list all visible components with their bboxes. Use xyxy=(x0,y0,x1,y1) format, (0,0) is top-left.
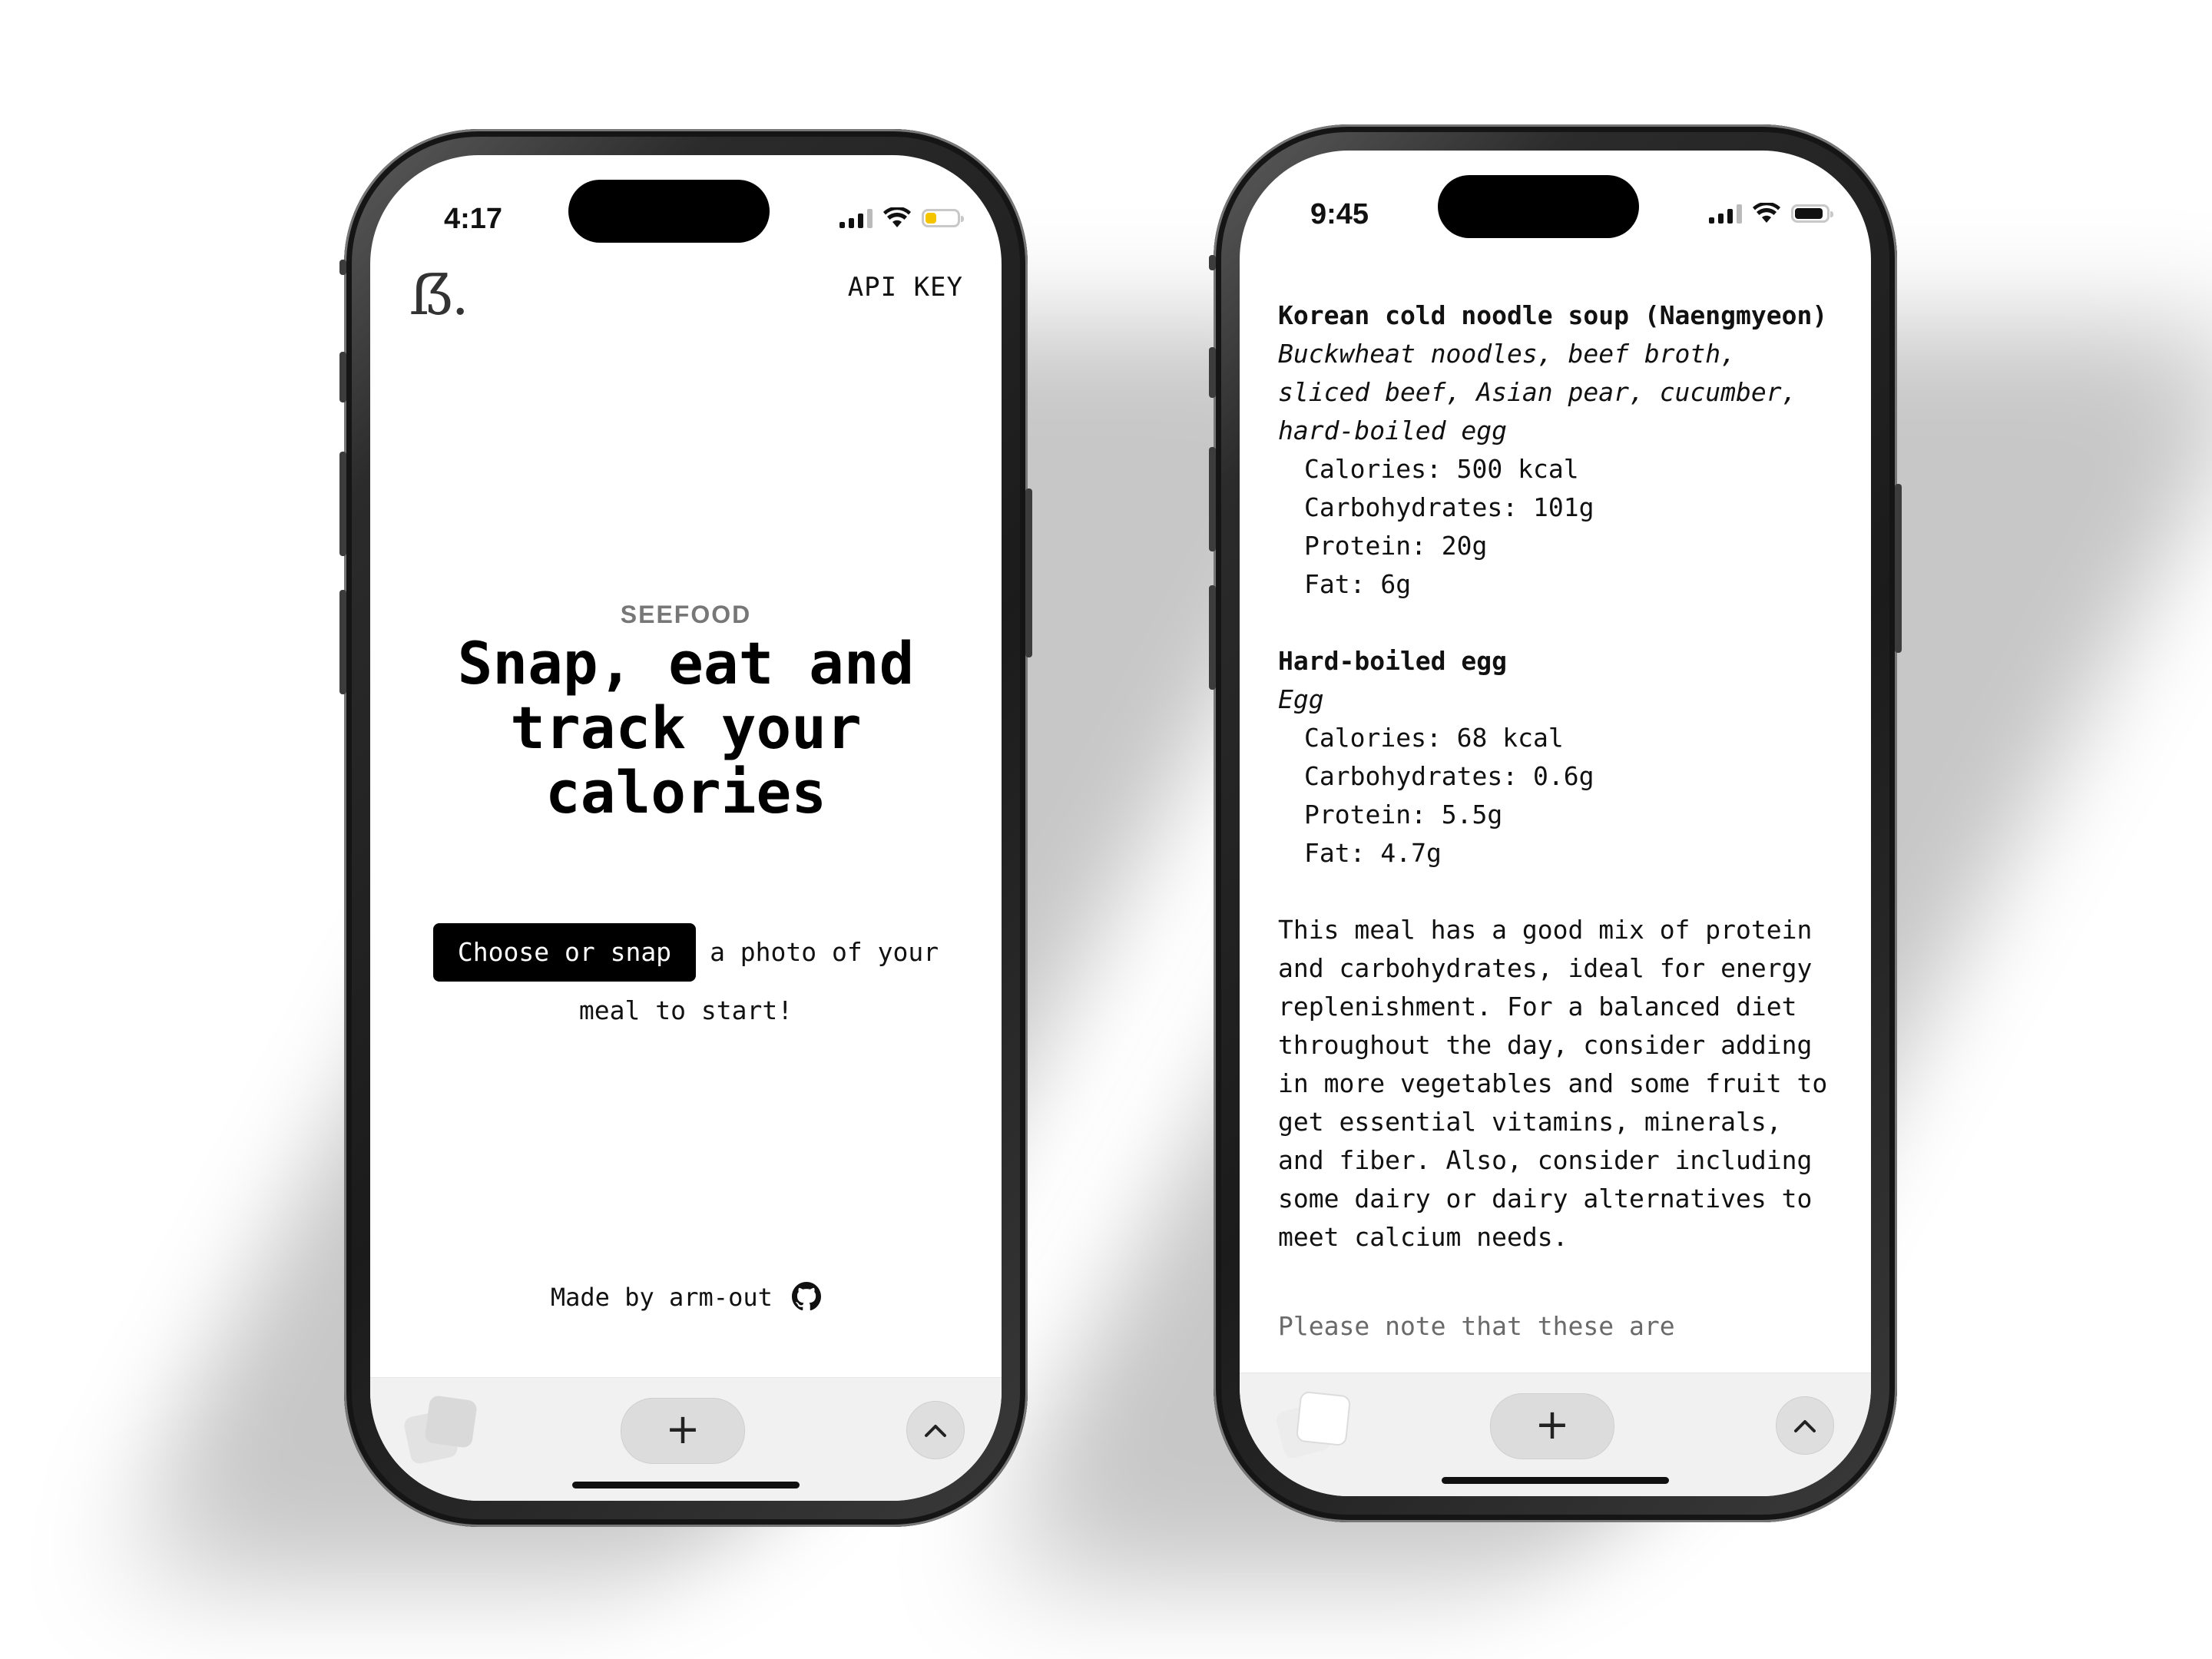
chevron-up-button[interactable] xyxy=(1776,1396,1834,1455)
side-button-volume-down xyxy=(339,452,346,556)
status-icons xyxy=(1709,203,1833,224)
status-time: 9:45 xyxy=(1310,198,1369,230)
home-indicator xyxy=(572,1482,800,1488)
home-indicator xyxy=(1442,1477,1669,1484)
food-fat: Fat: 6g xyxy=(1304,569,1412,599)
screen-left: 4:17 ẞ. API KEY SEEFOOD Snap, eat and tr… xyxy=(370,155,1002,1501)
browser-toolbar: + xyxy=(1240,1373,1871,1496)
tabs-icon[interactable] xyxy=(1274,1390,1352,1461)
cellular-signal-icon xyxy=(839,208,873,228)
screen-right: 9:45 Korean cold noodle soup (Naengmyeon… xyxy=(1240,151,1871,1496)
side-button-volume-up xyxy=(339,352,346,402)
battery-level xyxy=(926,213,936,224)
food-protein: Protein: 5.5g xyxy=(1304,800,1503,830)
side-button-volume-down xyxy=(1209,447,1216,551)
app-logo: ẞ. xyxy=(409,263,469,327)
chevron-up-button[interactable] xyxy=(906,1401,965,1459)
disclaimer-note: Please note that these are xyxy=(1278,1311,1675,1341)
food-ingredients: Egg xyxy=(1278,684,1324,714)
side-button-silent xyxy=(339,590,346,694)
cellular-signal-icon xyxy=(1709,204,1742,224)
food-item: Korean cold noodle soup (Naengmyeon) Buc… xyxy=(1278,296,1839,604)
status-time: 4:17 xyxy=(444,203,503,235)
food-carbohydrates: Carbohydrates: 101g xyxy=(1304,492,1594,522)
browser-toolbar: + xyxy=(370,1377,1002,1501)
wifi-icon xyxy=(1753,203,1780,223)
new-tab-button[interactable]: + xyxy=(621,1398,745,1464)
food-calories: Calories: 500 kcal xyxy=(1304,454,1579,484)
side-button-action xyxy=(339,260,346,275)
battery-icon xyxy=(922,209,964,227)
credit-text: Made by arm-out xyxy=(550,1283,773,1312)
chevron-up-icon xyxy=(1794,1420,1816,1432)
food-name: Hard-boiled egg xyxy=(1278,646,1508,676)
api-key-button[interactable]: API KEY xyxy=(848,272,963,303)
side-button-volume-up xyxy=(1209,347,1216,398)
side-button-power xyxy=(1025,488,1032,657)
food-name: Korean cold noodle soup (Naengmyeon) xyxy=(1278,300,1828,330)
credit: Made by arm-out xyxy=(370,1282,1002,1312)
choose-or-snap-button[interactable]: Choose or snap xyxy=(432,923,697,982)
new-tab-button[interactable]: + xyxy=(1490,1393,1614,1459)
tabs-icon[interactable] xyxy=(402,1394,478,1465)
hero-headline: Snap, eat and track your calories xyxy=(457,629,915,826)
food-item: Hard-boiled egg Egg Calories: 68 kcal Ca… xyxy=(1278,642,1839,873)
food-carbohydrates: Carbohydrates: 0.6g xyxy=(1304,761,1594,791)
battery-icon xyxy=(1791,204,1833,223)
side-button-power xyxy=(1895,484,1902,653)
food-protein: Protein: 20g xyxy=(1304,531,1488,561)
dynamic-island xyxy=(568,180,770,243)
side-button-silent xyxy=(1209,585,1216,690)
status-icons xyxy=(839,207,964,229)
food-ingredients: Buckwheat noodles, beef broth, sliced be… xyxy=(1278,339,1797,445)
side-button-action xyxy=(1209,255,1216,270)
dynamic-island xyxy=(1438,175,1639,238)
food-calories: Calories: 68 kcal xyxy=(1304,723,1564,753)
analysis-results: Korean cold noodle soup (Naengmyeon) Buc… xyxy=(1278,296,1839,1346)
food-fat: Fat: 4.7g xyxy=(1304,838,1442,868)
app-name: SEEFOOD xyxy=(620,601,752,628)
phone-left: 4:17 ẞ. API KEY SEEFOOD Snap, eat and tr… xyxy=(339,129,1032,1527)
cta-row: Choose or snap a photo of your meal to st… xyxy=(401,923,971,1040)
battery-level xyxy=(1795,208,1823,219)
chevron-up-icon xyxy=(925,1425,946,1437)
github-icon[interactable] xyxy=(792,1282,822,1311)
wifi-icon xyxy=(883,207,911,227)
meal-summary: This meal has a good mix of protein and … xyxy=(1278,915,1828,1252)
phone-right: 9:45 Korean cold noodle soup (Naengmyeon… xyxy=(1209,124,1902,1522)
